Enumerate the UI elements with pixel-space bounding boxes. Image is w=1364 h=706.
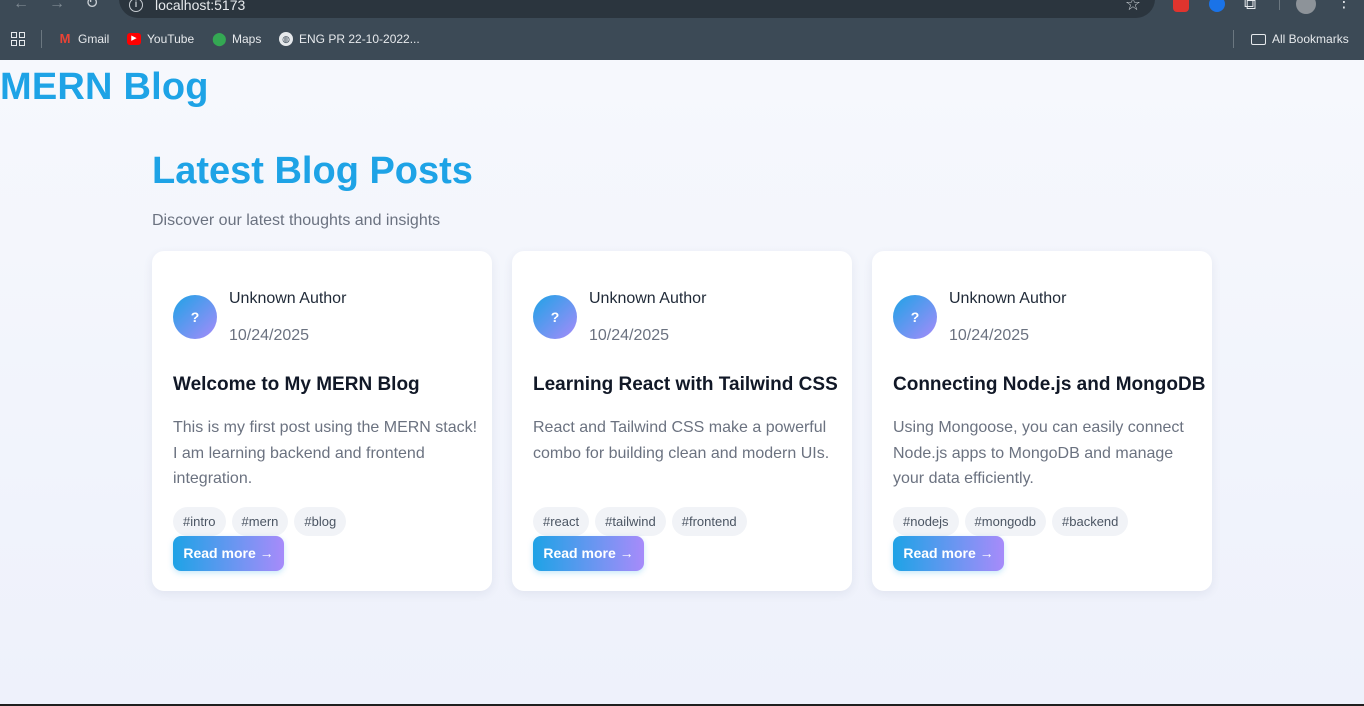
tag-chip[interactable]: #mongodb xyxy=(964,507,1046,536)
url-text[interactable]: localhost:5173 xyxy=(155,0,245,13)
bookmark-label: Gmail xyxy=(78,32,110,46)
page-content: MERN Blog Latest Blog Posts Discover our… xyxy=(0,60,1364,704)
page-subtitle: Discover our latest thoughts and insight… xyxy=(152,212,441,229)
back-arrow-icon[interactable]: ← xyxy=(11,0,31,14)
bookmarks-divider xyxy=(1233,30,1234,48)
post-tags: #react #tailwind #frontend xyxy=(533,507,747,536)
browser-toolbar: ← → ↻ i localhost:5173 ☆ ⧉ ⋮ xyxy=(0,0,1364,18)
author-avatar: ? xyxy=(533,295,577,339)
all-bookmarks-label: All Bookmarks xyxy=(1272,32,1349,46)
extension-blue-icon[interactable] xyxy=(1209,0,1225,12)
bookmark-youtube[interactable]: ▶ YouTube xyxy=(127,31,194,47)
profile-avatar[interactable] xyxy=(1296,0,1316,14)
post-tags: #nodejs #mongodb #backend xyxy=(893,507,1129,536)
post-title[interactable]: Learning React with Tailwind CSS xyxy=(533,374,838,396)
author-name: Unknown Author xyxy=(589,290,707,307)
bookmarks-bar: M Gmail ▶ YouTube ⬤ Maps ◍ ENG PR 22-10-… xyxy=(0,24,1364,54)
page-title: Latest Blog Posts xyxy=(152,150,473,192)
author-avatar: ? xyxy=(173,295,217,339)
post-date: 10/24/2025 xyxy=(229,327,310,344)
author-name: Unknown Author xyxy=(229,290,347,307)
tag-chip[interactable]: #nodejs xyxy=(893,507,959,536)
kebab-menu-icon[interactable]: ⋮ xyxy=(1336,0,1352,12)
browser-chrome: ← → ↻ i localhost:5173 ☆ ⧉ ⋮ M Gmail ▶ Y… xyxy=(0,0,1364,60)
youtube-icon: ▶ xyxy=(127,33,141,45)
bookmark-label: YouTube xyxy=(147,32,195,46)
tag-chip[interactable]: #mern xyxy=(231,507,289,536)
bookmark-label: Maps xyxy=(232,32,262,46)
all-bookmarks-button[interactable]: All Bookmarks xyxy=(1251,31,1349,47)
extension-red-icon[interactable] xyxy=(1173,0,1189,12)
tag-chip[interactable]: #frontend xyxy=(671,507,747,536)
folder-icon xyxy=(1251,33,1266,45)
maps-icon: ⬤ xyxy=(212,31,227,46)
read-more-button[interactable]: Read more → xyxy=(173,536,284,571)
post-card: ? Unknown Author 10/24/2025 Welcome to M… xyxy=(152,251,492,591)
tag-chip[interactable]: #react xyxy=(533,507,590,536)
forward-arrow-icon[interactable]: → xyxy=(47,0,67,14)
read-more-button[interactable]: Read more → xyxy=(893,536,1004,571)
bookmark-label: ENG PR 22-10-2022... xyxy=(299,32,420,46)
post-excerpt: This is my first post using the MERN sta… xyxy=(173,419,478,487)
author-avatar: ? xyxy=(893,295,937,339)
post-card: ? Unknown Author 10/24/2025 Learning Rea… xyxy=(512,251,852,591)
tag-chip[interactable]: #blog xyxy=(294,507,347,536)
read-more-button[interactable]: Read more → xyxy=(533,536,644,571)
bookmarks-divider xyxy=(41,30,42,48)
globe-icon: ◍ xyxy=(279,32,293,46)
bookmark-maps[interactable]: ⬤ Maps xyxy=(212,31,261,47)
site-info-icon[interactable]: i xyxy=(129,0,143,12)
toolbar-divider xyxy=(1279,0,1280,10)
bookmark-eng-pr[interactable]: ◍ ENG PR 22-10-2022... xyxy=(279,31,420,47)
tag-chip[interactable]: #intro xyxy=(173,507,226,536)
post-excerpt: Using Mongoose, you can easily connect N… xyxy=(893,419,1184,487)
reload-icon[interactable]: ↻ xyxy=(82,0,102,14)
post-date: 10/24/2025 xyxy=(589,327,670,344)
post-title[interactable]: Welcome to My MERN Blog xyxy=(173,374,420,396)
tag-chip[interactable]: #tailwind xyxy=(595,507,666,536)
bookmark-star-icon[interactable]: ☆ xyxy=(1125,0,1141,15)
address-bar[interactable]: i localhost:5173 ☆ xyxy=(119,0,1155,18)
extensions-puzzle-icon[interactable]: ⧉ xyxy=(1244,0,1256,14)
bookmark-gmail[interactable]: M Gmail xyxy=(58,31,110,47)
author-name: Unknown Author xyxy=(949,290,1067,307)
post-tags: #intro #mern #blog xyxy=(173,507,347,536)
post-date: 10/24/2025 xyxy=(949,327,1030,344)
gmail-icon: M xyxy=(59,31,71,46)
post-card: ? Unknown Author 10/24/2025 Connecting N… xyxy=(872,251,1212,591)
apps-grid-icon[interactable] xyxy=(11,32,25,46)
site-brand[interactable]: MERN Blog xyxy=(0,66,209,109)
post-title[interactable]: Connecting Node.js and MongoDB xyxy=(893,374,1205,396)
post-excerpt: React and Tailwind CSS make a powerful c… xyxy=(533,419,830,462)
posts-grid: ? Unknown Author 10/24/2025 Welcome to M… xyxy=(152,251,1212,591)
tag-chip[interactable]: #backend xyxy=(1052,507,1129,536)
